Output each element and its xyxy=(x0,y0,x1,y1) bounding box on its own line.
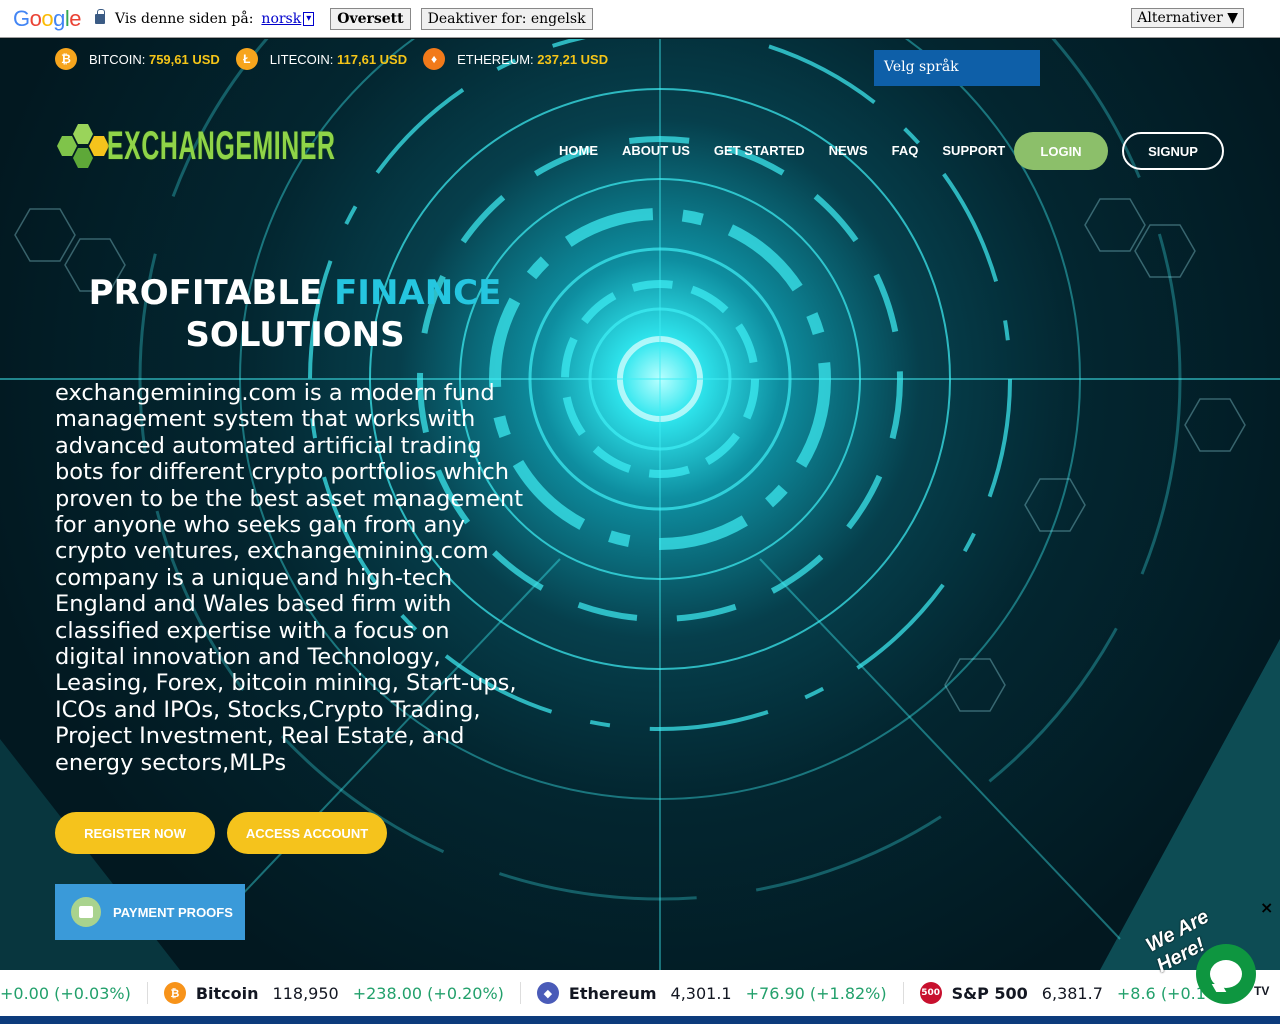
register-now-button[interactable]: REGISTER NOW xyxy=(55,812,215,854)
google-translate-bar: Google Vis denne siden på: norsk ▾ Overs… xyxy=(0,0,1280,38)
hero-description: exchangemining.com is a modern fund mana… xyxy=(55,380,524,776)
login-button[interactable]: LOGIN xyxy=(1014,132,1108,170)
nav-about-us[interactable]: ABOUT US xyxy=(622,143,690,158)
google-logo: Google xyxy=(13,5,82,31)
nav-news[interactable]: NEWS xyxy=(829,143,868,158)
bitcoin-icon: ₿ xyxy=(163,982,186,1004)
ticker-change: +0.00 (+0.03%) xyxy=(0,983,131,1003)
hexagon-logo-icon xyxy=(55,122,109,170)
nav-faq[interactable]: FAQ xyxy=(892,143,919,158)
ethereum-icon: ♦ xyxy=(423,48,446,70)
hero-headline: PROFITABLE FINANCE SOLUTIONS xyxy=(88,273,502,355)
ethereum-icon: ◆ xyxy=(536,982,559,1004)
ticker-price: 6,381.7 xyxy=(1041,983,1103,1003)
payment-proofs-button[interactable]: PAYMENT PROOFS xyxy=(55,884,245,940)
site-logo[interactable]: EXCHANGEMINER xyxy=(55,122,476,170)
view-page-text: Vis denne siden på: xyxy=(115,10,254,27)
disable-translate-button[interactable]: Deaktiver for: engelsk xyxy=(420,7,593,30)
options-button[interactable]: Alternativer ▼ xyxy=(1131,8,1244,28)
nav-get-started[interactable]: GET STARTED xyxy=(714,143,805,158)
translate-button[interactable]: Oversett xyxy=(330,7,411,30)
ticker-separator xyxy=(146,982,148,1004)
ticker-name: S&P 500 xyxy=(951,983,1028,1003)
sp500-icon: 500 xyxy=(919,982,942,1004)
wallet-icon xyxy=(71,897,101,927)
language-select[interactable]: Velg språk xyxy=(874,50,1040,86)
logo-text: EXCHANGEMINER xyxy=(107,123,336,168)
litecoin-icon: Ł xyxy=(235,48,258,70)
chat-bubble-icon xyxy=(1210,960,1242,988)
price-litecoin: Ł LITECOIN: 117,61 USD xyxy=(235,48,407,70)
price-bitcoin: ₿ BITCOIN: 759,61 USD xyxy=(55,48,220,70)
bitcoin-icon: ₿ xyxy=(55,48,77,70)
ticker-separator xyxy=(902,982,904,1004)
ticker-name: Bitcoin xyxy=(195,983,259,1003)
language-dropdown-icon[interactable]: ▾ xyxy=(303,11,315,26)
ticker-change: +76.90 (+1.82%) xyxy=(745,983,887,1003)
chat-close-icon[interactable]: × xyxy=(1260,898,1273,917)
access-account-button[interactable]: ACCESS ACCOUNT xyxy=(227,812,387,854)
crypto-price-bar: ₿ BITCOIN: 759,61 USD Ł LITECOIN: 117,61… xyxy=(55,48,624,70)
bottom-strip xyxy=(0,1016,1280,1024)
nav-home[interactable]: HOME xyxy=(559,143,598,158)
tradingview-logo[interactable]: TV xyxy=(1254,984,1280,1006)
signup-button[interactable]: SIGNUP xyxy=(1122,132,1224,170)
main-nav: HOME ABOUT US GET STARTED NEWS FAQ SUPPO… xyxy=(559,143,1029,158)
ticker-name: Ethereum xyxy=(568,983,657,1003)
ticker-price: 118,950 xyxy=(272,983,339,1003)
market-ticker[interactable]: +0.00 (+0.03%) ₿ Bitcoin 118,950 +238.00… xyxy=(0,970,1280,1016)
price-ethereum: ♦ ETHEREUM: 237,21 USD xyxy=(423,48,608,70)
ticker-change: +238.00 (+0.20%) xyxy=(352,983,504,1003)
language-link[interactable]: norsk xyxy=(261,11,301,27)
nav-support[interactable]: SUPPORT xyxy=(942,143,1005,158)
ticker-price: 4,301.1 xyxy=(670,983,732,1003)
ticker-separator xyxy=(519,982,521,1004)
chat-button[interactable] xyxy=(1196,944,1256,1004)
lock-icon xyxy=(95,8,106,24)
